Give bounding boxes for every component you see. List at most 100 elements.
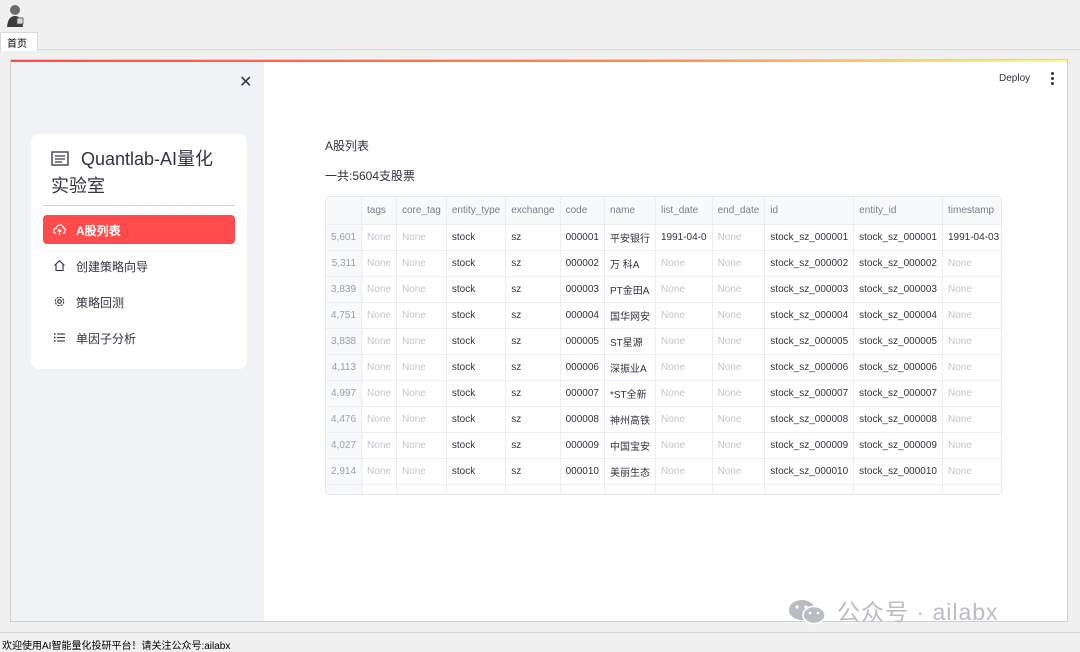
table-cell[interactable]: 000010 bbox=[560, 458, 605, 485]
column-header[interactable]: core_tag bbox=[396, 197, 447, 225]
table-cell[interactable]: sz bbox=[505, 458, 561, 485]
table-cell[interactable]: stock_sz_000001 bbox=[764, 224, 855, 251]
table-cell[interactable]: 深振业A bbox=[604, 354, 656, 381]
row-index-cell[interactable]: 4,751 bbox=[326, 302, 363, 329]
table-cell[interactable]: stock bbox=[446, 458, 507, 485]
table-cell[interactable]: None bbox=[942, 458, 1001, 485]
table-cell[interactable]: stock_sz_000006 bbox=[764, 354, 855, 381]
table-cell[interactable]: None bbox=[712, 354, 766, 381]
sidebar-item-strategy-wizard[interactable]: 创建策略向导 bbox=[43, 251, 235, 280]
table-cell[interactable]: stock_sz_000010 bbox=[764, 458, 855, 485]
column-header[interactable]: list_date bbox=[655, 197, 713, 225]
table-cell[interactable]: None bbox=[361, 380, 397, 407]
close-sidebar-icon[interactable]: ✕ bbox=[239, 72, 252, 92]
table-cell[interactable]: None bbox=[361, 328, 397, 355]
row-index-cell[interactable]: 3,838 bbox=[326, 328, 363, 355]
row-index-cell[interactable]: 5,311 bbox=[326, 250, 363, 277]
table-cell[interactable]: 000009 bbox=[560, 432, 605, 459]
table-cell[interactable]: None bbox=[712, 328, 766, 355]
row-index-cell[interactable]: 2,914 bbox=[326, 458, 363, 485]
row-index-cell[interactable]: 3,839 bbox=[326, 276, 363, 303]
table-cell[interactable]: stock_sz_000004 bbox=[853, 302, 943, 329]
table-cell[interactable]: stock_sz_000006 bbox=[853, 354, 943, 381]
row-index-cell[interactable]: 4,997 bbox=[326, 380, 363, 407]
table-cell[interactable]: stock_sz_000003 bbox=[853, 276, 943, 303]
table-cell[interactable]: None bbox=[655, 328, 713, 355]
table-cell[interactable]: 平安银行 bbox=[604, 224, 656, 251]
table-cell[interactable]: None bbox=[361, 458, 397, 485]
table-cell[interactable]: None bbox=[655, 302, 713, 329]
table-cell[interactable]: 000007 bbox=[560, 380, 605, 407]
deploy-button[interactable]: Deploy bbox=[999, 73, 1030, 84]
table-cell[interactable]: stock bbox=[446, 302, 507, 329]
table-cell[interactable]: None bbox=[712, 380, 766, 407]
table-cell[interactable]: None bbox=[942, 432, 1001, 459]
table-cell[interactable]: None bbox=[655, 380, 713, 407]
column-header[interactable]: tags bbox=[361, 197, 397, 225]
table-cell[interactable]: sz bbox=[505, 250, 561, 277]
sidebar-item-backtest[interactable]: 策略回测 bbox=[43, 287, 235, 316]
table-cell[interactable]: stock_sz_000008 bbox=[853, 406, 943, 433]
table-cell[interactable]: None bbox=[655, 276, 713, 303]
table-cell[interactable]: stock bbox=[446, 406, 507, 433]
table-cell[interactable]: stock_sz_000010 bbox=[853, 458, 943, 485]
table-cell[interactable]: None bbox=[361, 302, 397, 329]
table-cell[interactable]: None bbox=[361, 432, 397, 459]
column-header[interactable]: code bbox=[560, 197, 605, 225]
table-cell[interactable]: 000004 bbox=[560, 302, 605, 329]
table-cell[interactable]: 美丽生态 bbox=[604, 458, 656, 485]
row-index-cell[interactable]: 4,027 bbox=[326, 432, 363, 459]
table-cell[interactable]: sz bbox=[505, 302, 561, 329]
table-cell[interactable]: stock_sz_000009 bbox=[853, 432, 943, 459]
table-cell[interactable]: None bbox=[942, 328, 1001, 355]
column-header[interactable]: timestamp bbox=[942, 197, 1001, 225]
table-cell[interactable]: None bbox=[942, 354, 1001, 381]
column-header[interactable]: name bbox=[604, 197, 656, 225]
table-cell[interactable]: stock bbox=[446, 328, 507, 355]
sidebar-item-factor-analysis[interactable]: 单因子分析 bbox=[43, 323, 235, 352]
table-cell[interactable]: sz bbox=[505, 432, 561, 459]
table-cell[interactable]: None bbox=[712, 406, 766, 433]
table-cell[interactable]: 国华网安 bbox=[604, 302, 656, 329]
stock-dataframe[interactable]: tags core_tag entity_type exchange code name l… bbox=[325, 196, 1002, 495]
table-cell[interactable]: sz bbox=[505, 406, 561, 433]
table-cell[interactable]: None bbox=[396, 302, 447, 329]
more-options-icon[interactable] bbox=[1048, 72, 1056, 86]
table-cell[interactable]: *ST全新 bbox=[604, 380, 656, 407]
table-cell[interactable]: sz bbox=[505, 224, 561, 251]
table-cell[interactable]: None bbox=[712, 224, 766, 251]
table-cell[interactable]: None bbox=[655, 458, 713, 485]
table-cell[interactable]: stock bbox=[446, 354, 507, 381]
table-cell[interactable]: stock_sz_000005 bbox=[853, 328, 943, 355]
table-cell[interactable]: None bbox=[712, 432, 766, 459]
table-cell[interactable]: PT金田A bbox=[604, 276, 656, 303]
column-header[interactable]: id bbox=[764, 197, 855, 225]
table-cell[interactable]: None bbox=[361, 224, 397, 251]
table-cell[interactable]: None bbox=[655, 406, 713, 433]
table-cell[interactable]: sz bbox=[505, 276, 561, 303]
table-cell[interactable]: 000003 bbox=[560, 276, 605, 303]
table-cell[interactable]: stock bbox=[446, 432, 507, 459]
tab-home[interactable]: 首页 bbox=[0, 32, 38, 51]
table-cell[interactable]: None bbox=[396, 406, 447, 433]
row-index-cell[interactable]: 4,113 bbox=[326, 354, 363, 381]
table-cell[interactable]: stock_sz_000001 bbox=[853, 224, 943, 251]
table-cell[interactable]: None bbox=[361, 406, 397, 433]
table-cell[interactable]: sz bbox=[505, 380, 561, 407]
table-cell[interactable]: None bbox=[942, 276, 1001, 303]
table-cell[interactable]: None bbox=[361, 250, 397, 277]
table-cell[interactable]: 000005 bbox=[560, 328, 605, 355]
table-cell[interactable]: 1991-04-03 0 bbox=[942, 224, 1001, 251]
table-cell[interactable]: None bbox=[396, 458, 447, 485]
table-cell[interactable]: stock bbox=[446, 276, 507, 303]
table-cell[interactable]: None bbox=[396, 354, 447, 381]
table-cell[interactable]: None bbox=[396, 224, 447, 251]
table-cell[interactable]: None bbox=[361, 276, 397, 303]
table-cell[interactable]: None bbox=[942, 380, 1001, 407]
table-cell[interactable]: None bbox=[712, 276, 766, 303]
row-index-cell[interactable]: 5,601 bbox=[326, 224, 363, 251]
table-cell[interactable]: stock_sz_000003 bbox=[764, 276, 855, 303]
column-header[interactable]: entity_id bbox=[853, 197, 943, 225]
table-cell[interactable]: stock_sz_000007 bbox=[853, 380, 943, 407]
table-cell[interactable]: stock_sz_000002 bbox=[764, 250, 855, 277]
